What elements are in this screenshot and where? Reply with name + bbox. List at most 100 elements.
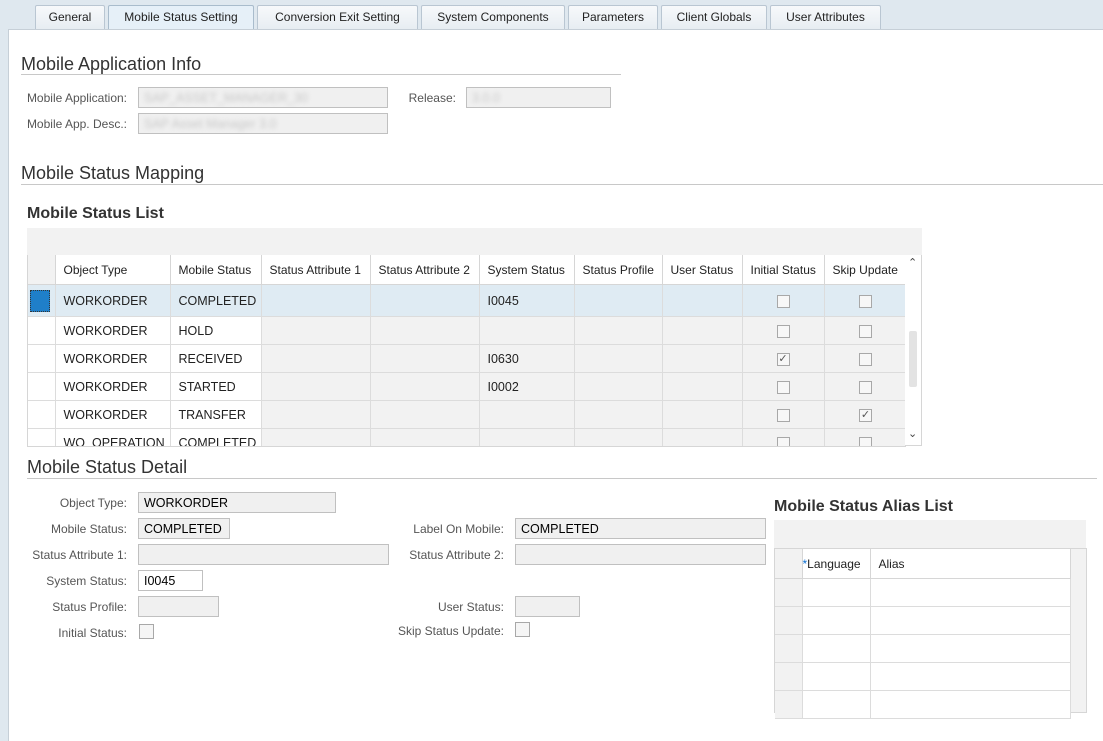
system-status-field[interactable]: I0045 <box>138 570 203 591</box>
user-status-field[interactable] <box>515 596 580 617</box>
cell-status-attribute-2[interactable] <box>370 284 480 317</box>
cell-user-status[interactable] <box>662 344 743 373</box>
alias-row[interactable] <box>775 662 1071 691</box>
cell-system-status[interactable] <box>479 428 575 446</box>
alias-cell-alias[interactable] <box>870 578 1071 607</box>
scroll-thumb[interactable] <box>909 331 917 387</box>
alias-cell-alias[interactable] <box>870 690 1071 719</box>
alias-row[interactable] <box>775 606 1071 635</box>
release-field[interactable]: 3.0.0 <box>466 87 611 108</box>
row-selector[interactable] <box>28 284 56 317</box>
status-attribute-2-field[interactable] <box>515 544 766 565</box>
alias-row[interactable] <box>775 578 1071 607</box>
cell-status-attribute-1[interactable] <box>261 400 371 429</box>
scroll-down-icon[interactable]: ⌄ <box>908 427 917 440</box>
alias-row-selector[interactable] <box>775 634 803 663</box>
table-row[interactable]: WORKORDER COMPLETED I0045 <box>28 284 906 317</box>
status-profile-field[interactable] <box>138 596 219 617</box>
cell-mobile-status[interactable]: STARTED <box>170 372 262 401</box>
cell-system-status[interactable]: I0630 <box>479 344 575 373</box>
initial-status-checkbox[interactable] <box>776 408 790 422</box>
alias-cell-language[interactable] <box>802 606 871 635</box>
alias-cell-language[interactable] <box>802 690 871 719</box>
cell-status-attribute-2[interactable] <box>370 316 480 345</box>
tab-user-attributes[interactable]: User Attributes <box>770 5 881 29</box>
status-attribute-1-field[interactable] <box>138 544 389 565</box>
cell-status-profile[interactable] <box>574 400 663 429</box>
alias-cell-language[interactable] <box>802 634 871 663</box>
alias-cell-language[interactable] <box>802 578 871 607</box>
initial-status-checkbox[interactable] <box>776 380 790 394</box>
cell-status-attribute-2[interactable] <box>370 344 480 373</box>
alias-cell-language[interactable] <box>802 662 871 691</box>
alias-row-selector[interactable] <box>775 578 803 607</box>
tab-conversion-exit-setting[interactable]: Conversion Exit Setting <box>257 5 418 29</box>
cell-status-attribute-1[interactable] <box>261 344 371 373</box>
cell-object-type[interactable]: WO_OPERATION <box>55 428 171 446</box>
table-row[interactable]: WO_OPERATION COMPLETED <box>28 428 906 446</box>
alias-row-selector[interactable] <box>775 606 803 635</box>
cell-object-type[interactable]: WORKORDER <box>55 344 171 373</box>
label-on-mobile-field[interactable]: COMPLETED <box>515 518 766 539</box>
cell-status-profile[interactable] <box>574 428 663 446</box>
table-row[interactable]: WORKORDER HOLD <box>28 316 906 345</box>
skip-update-checkbox[interactable] <box>859 324 872 338</box>
table-scrollbar[interactable]: ⌃ ⌄ <box>905 255 922 446</box>
row-selector[interactable] <box>28 344 56 373</box>
cell-system-status[interactable]: I0045 <box>479 284 575 317</box>
cell-object-type[interactable]: WORKORDER <box>55 284 171 317</box>
cell-mobile-status[interactable]: TRANSFER <box>170 400 262 429</box>
cell-user-status[interactable] <box>662 400 743 429</box>
initial-status-checkbox[interactable] <box>776 294 790 308</box>
cell-system-status[interactable]: I0002 <box>479 372 575 401</box>
cell-system-status[interactable] <box>479 400 575 429</box>
cell-status-attribute-1[interactable] <box>261 284 371 317</box>
cell-status-attribute-2[interactable] <box>370 428 480 446</box>
initial-status-checkbox[interactable] <box>139 624 154 639</box>
cell-status-attribute-2[interactable] <box>370 372 480 401</box>
table-row[interactable]: WORKORDER STARTED I0002 <box>28 372 906 401</box>
app-desc-field[interactable]: SAP Asset Manager 3.0 <box>138 113 388 134</box>
row-selector[interactable] <box>28 428 56 446</box>
cell-status-profile[interactable] <box>574 372 663 401</box>
tab-system-components[interactable]: System Components <box>421 5 565 29</box>
col-header-skip-update[interactable]: Skip Update <box>824 255 906 285</box>
row-selector[interactable] <box>28 316 56 345</box>
initial-status-checkbox[interactable] <box>776 436 790 446</box>
col-header-system-status[interactable]: System Status <box>479 255 575 285</box>
skip-status-update-checkbox[interactable] <box>515 622 530 637</box>
skip-update-checkbox[interactable] <box>859 294 872 308</box>
initial-status-checkbox[interactable] <box>776 324 790 338</box>
cell-system-status[interactable] <box>479 316 575 345</box>
mobile-status-field[interactable]: COMPLETED <box>138 518 230 539</box>
cell-user-status[interactable] <box>662 316 743 345</box>
skip-update-checkbox[interactable] <box>859 380 872 394</box>
alias-cell-alias[interactable] <box>870 634 1071 663</box>
col-header-language[interactable]: *Language <box>802 549 871 579</box>
cell-status-attribute-1[interactable] <box>261 428 371 446</box>
col-header-initial-status[interactable]: Initial Status <box>742 255 825 285</box>
cell-status-attribute-1[interactable] <box>261 372 371 401</box>
alias-row[interactable] <box>775 690 1071 719</box>
cell-mobile-status[interactable]: COMPLETED <box>170 284 262 317</box>
row-selector[interactable] <box>28 372 56 401</box>
cell-mobile-status[interactable]: COMPLETED <box>170 428 262 446</box>
cell-object-type[interactable]: WORKORDER <box>55 372 171 401</box>
tab-client-globals[interactable]: Client Globals <box>661 5 767 29</box>
skip-update-checkbox[interactable] <box>859 352 872 366</box>
col-header-status-attribute-1[interactable]: Status Attribute 1 <box>261 255 371 285</box>
scroll-up-icon[interactable]: ⌃ <box>908 256 917 269</box>
mobile-application-field[interactable]: SAP_ASSET_MANAGER_30 <box>138 87 388 108</box>
col-header-alias[interactable]: Alias <box>870 549 1071 579</box>
object-type-field[interactable]: WORKORDER <box>138 492 336 513</box>
cell-status-profile[interactable] <box>574 316 663 345</box>
col-header-status-attribute-2[interactable]: Status Attribute 2 <box>370 255 480 285</box>
cell-user-status[interactable] <box>662 428 743 446</box>
cell-status-profile[interactable] <box>574 284 663 317</box>
skip-update-checkbox-checked[interactable]: ✓ <box>859 408 872 422</box>
tab-general[interactable]: General <box>35 5 105 29</box>
initial-status-checkbox-checked[interactable]: ✓ <box>776 352 790 366</box>
cell-user-status[interactable] <box>662 284 743 317</box>
cell-status-attribute-1[interactable] <box>261 316 371 345</box>
col-header-object-type[interactable]: Object Type <box>55 255 171 285</box>
